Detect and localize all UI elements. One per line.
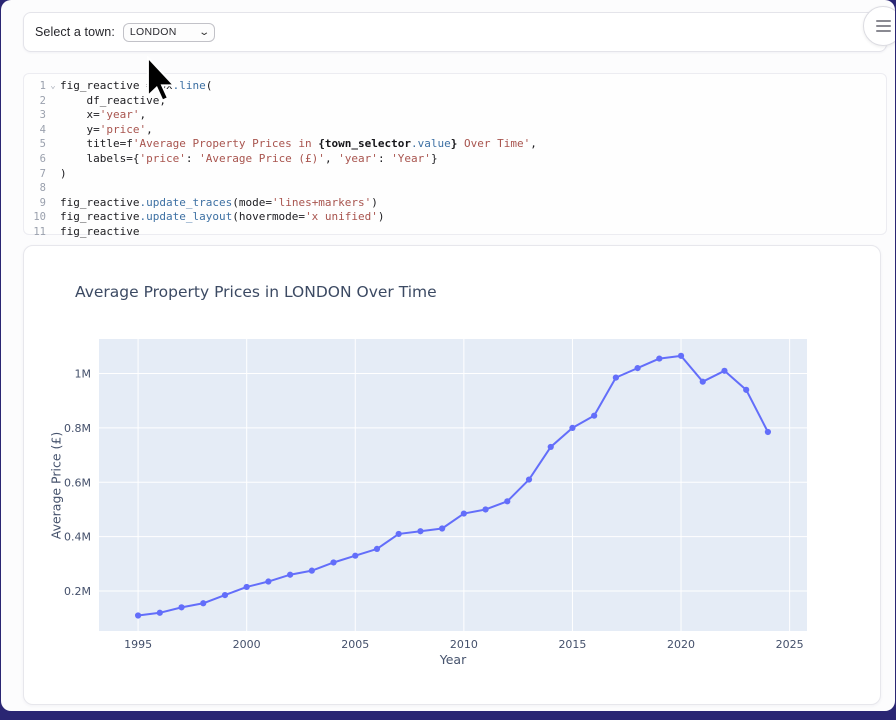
x-axis-title: Year bbox=[378, 652, 528, 667]
y-tick-label: 0.2M bbox=[64, 585, 91, 598]
data-point-marker[interactable] bbox=[396, 531, 402, 537]
data-point-marker[interactable] bbox=[569, 425, 575, 431]
fold-spacer bbox=[46, 94, 60, 109]
x-tick-label: 2000 bbox=[233, 638, 261, 651]
fold-spacer bbox=[46, 167, 60, 182]
fold-spacer bbox=[46, 152, 60, 167]
data-point-marker[interactable] bbox=[374, 546, 380, 552]
data-point-marker[interactable] bbox=[656, 355, 662, 361]
x-tick-label: 1995 bbox=[124, 638, 152, 651]
data-point-marker[interactable] bbox=[743, 387, 749, 393]
code-line: 6 labels={'price': 'Average Price (£)', … bbox=[24, 152, 886, 167]
fold-spacer bbox=[46, 196, 60, 211]
fold-spacer bbox=[46, 108, 60, 123]
data-point-marker[interactable] bbox=[700, 379, 706, 385]
data-point-marker[interactable] bbox=[265, 578, 271, 584]
data-point-marker[interactable] bbox=[548, 444, 554, 450]
chart-output-cell: Average Property Prices in LONDON Over T… bbox=[23, 245, 881, 705]
data-point-marker[interactable] bbox=[461, 510, 467, 516]
y-tick-label: 0.4M bbox=[64, 531, 91, 544]
code-text: fig_reactive = px.line( bbox=[60, 79, 212, 94]
data-point-marker[interactable] bbox=[330, 559, 336, 565]
fold-spacer bbox=[46, 225, 60, 240]
fold-spacer bbox=[46, 210, 60, 225]
code-text: labels={'price': 'Average Price (£)', 'y… bbox=[60, 152, 438, 167]
chevron-down-icon: ⌄ bbox=[198, 27, 210, 38]
fold-spacer bbox=[46, 181, 60, 196]
code-text: fig_reactive bbox=[60, 225, 139, 240]
code-text: title=f'Average Property Prices in {town… bbox=[60, 137, 537, 152]
code-line: 9 fig_reactive.update_traces(mode='lines+… bbox=[24, 196, 886, 211]
code-text: x='year', bbox=[60, 108, 146, 123]
x-tick-label: 2020 bbox=[667, 638, 695, 651]
code-line: 7) bbox=[24, 167, 886, 182]
data-point-marker[interactable] bbox=[244, 584, 250, 590]
data-point-marker[interactable] bbox=[439, 525, 445, 531]
data-point-marker[interactable] bbox=[635, 365, 641, 371]
line-number: 6 bbox=[24, 152, 46, 167]
line-number: 4 bbox=[24, 123, 46, 138]
data-point-marker[interactable] bbox=[721, 368, 727, 374]
line-number: 10 bbox=[24, 210, 46, 225]
line-number: 9 bbox=[24, 196, 46, 211]
data-point-marker[interactable] bbox=[482, 506, 488, 512]
code-text: y='price', bbox=[60, 123, 153, 138]
data-point-marker[interactable] bbox=[613, 375, 619, 381]
data-point-marker[interactable] bbox=[591, 413, 597, 419]
code-text: fig_reactive.update_layout(hovermode='x … bbox=[60, 210, 385, 225]
y-tick-label: 1M bbox=[75, 368, 92, 381]
hamburger-icon bbox=[876, 18, 891, 34]
data-point-marker[interactable] bbox=[309, 568, 315, 574]
y-tick-label: 0.8M bbox=[64, 422, 91, 435]
fold-spacer bbox=[46, 137, 60, 152]
line-number: 1 bbox=[24, 79, 46, 94]
town-dropdown[interactable]: LONDON ⌄ bbox=[123, 23, 215, 42]
line-number: 8 bbox=[24, 181, 46, 196]
property-price-line-chart[interactable]: 1995 2000 2005 2010 2015 2020 2025 0.2M 0.4M 0.6M… bbox=[24, 246, 882, 706]
town-dropdown-value: LONDON bbox=[130, 26, 200, 38]
x-tick-label: 2010 bbox=[450, 638, 478, 651]
town-selector-card: Select a town: LONDON ⌄ bbox=[23, 12, 887, 52]
notebook-page: Select a town: LONDON ⌄ 1⌄fig_reactive =… bbox=[1, 0, 895, 711]
data-point-marker[interactable] bbox=[678, 353, 684, 359]
data-point-marker[interactable] bbox=[222, 592, 228, 598]
x-tick-label: 2005 bbox=[341, 638, 369, 651]
x-tick-label: 2015 bbox=[558, 638, 586, 651]
code-line: 8 bbox=[24, 181, 886, 196]
data-point-marker[interactable] bbox=[157, 610, 163, 616]
data-point-marker[interactable] bbox=[178, 604, 184, 610]
y-tick-label: 0.6M bbox=[64, 476, 91, 489]
fold-spacer bbox=[46, 123, 60, 138]
town-selector-label: Select a town: bbox=[35, 25, 115, 39]
code-line: 11 fig_reactive bbox=[24, 225, 886, 240]
code-text: fig_reactive.update_traces(mode='lines+m… bbox=[60, 196, 378, 211]
x-tick-label: 2025 bbox=[776, 638, 804, 651]
line-number: 2 bbox=[24, 94, 46, 109]
code-text: ) bbox=[60, 167, 67, 182]
code-line: 3 x='year', bbox=[24, 108, 886, 123]
data-point-marker[interactable] bbox=[417, 528, 423, 534]
data-point-marker[interactable] bbox=[526, 476, 532, 482]
data-point-marker[interactable] bbox=[135, 612, 141, 618]
data-point-marker[interactable] bbox=[287, 572, 293, 578]
data-point-marker[interactable] bbox=[352, 553, 358, 559]
data-point-marker[interactable] bbox=[765, 429, 771, 435]
code-line: 5 title=f'Average Property Prices in {to… bbox=[24, 137, 886, 152]
data-point-marker[interactable] bbox=[504, 498, 510, 504]
fold-arrow-icon[interactable]: ⌄ bbox=[46, 79, 60, 94]
y-axis-title: Average Price (£) bbox=[49, 411, 64, 561]
line-number: 11 bbox=[24, 225, 46, 240]
mouse-cursor-icon bbox=[146, 56, 176, 104]
code-line: 4 y='price', bbox=[24, 123, 886, 138]
data-point-marker[interactable] bbox=[200, 600, 206, 606]
code-line: 10 fig_reactive.update_layout(hovermode='… bbox=[24, 210, 886, 225]
line-number: 7 bbox=[24, 167, 46, 182]
line-number: 5 bbox=[24, 137, 46, 152]
notebook-menu-button[interactable] bbox=[863, 6, 895, 46]
line-number: 3 bbox=[24, 108, 46, 123]
